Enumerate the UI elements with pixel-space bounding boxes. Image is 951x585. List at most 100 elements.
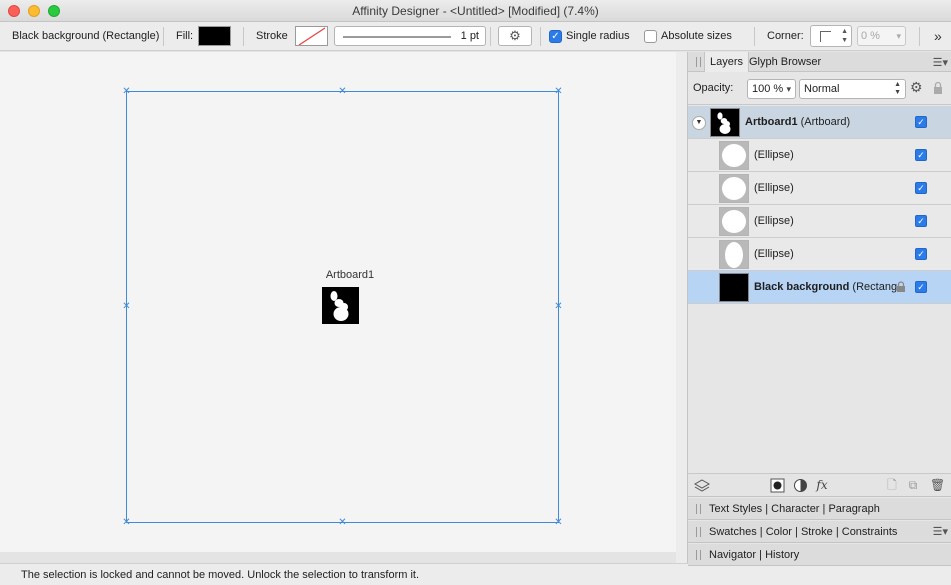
slider-track — [343, 36, 451, 38]
layer-visibility-checkbox[interactable]: ✓ — [915, 215, 927, 227]
blend-mode-dropdown[interactable]: Normal ▲ ▼ — [799, 79, 906, 99]
artboard-thumbnail-art — [717, 112, 731, 134]
corner-label: Corner: — [767, 30, 804, 42]
layer-visibility-checkbox[interactable]: ✓ — [915, 248, 927, 260]
stepper-arrows-icon: ▲ ▼ — [841, 28, 848, 44]
layer-type: (Rectang — [852, 281, 898, 293]
tab-swatches[interactable]: Swatches — [709, 526, 757, 538]
drag-grip-icon[interactable] — [696, 57, 701, 67]
design-canvas[interactable]: ✕ ✕ ✕ ✕ ✕ ✕ ✕ ✕ Artboard1 — [0, 52, 676, 552]
resize-handle-top[interactable]: ✕ — [338, 87, 347, 97]
artboard-content — [330, 291, 349, 321]
lock-icon[interactable] — [896, 281, 906, 293]
layer-row-ellipse[interactable]: (Ellipse) ✓ — [688, 205, 951, 238]
corner-amount-field[interactable]: 0 % ▾ — [857, 26, 906, 46]
tab-constraints[interactable]: Constraints — [842, 526, 898, 538]
layer-row-ellipse[interactable]: (Ellipse) ✓ — [688, 172, 951, 205]
artboard[interactable] — [322, 287, 359, 324]
toolbar-divider — [163, 27, 164, 46]
toolbar-divider — [540, 27, 541, 46]
fill-color-swatch[interactable] — [198, 26, 231, 46]
artboard-label[interactable]: Artboard1 — [320, 269, 380, 281]
layers-stack-icon[interactable] — [693, 478, 711, 493]
canvas-margin — [676, 52, 687, 563]
drag-grip-icon[interactable] — [696, 550, 701, 560]
panel-group-navigator[interactable]: Navigator | History — [688, 544, 951, 566]
resize-handle-bottom-right[interactable]: ✕ — [554, 518, 563, 528]
disclosure-triangle-icon[interactable]: ▼ — [692, 116, 706, 130]
absolute-sizes-checkbox[interactable] — [644, 30, 657, 43]
adjustment-glyph — [793, 479, 807, 492]
ellipse-thumbnail-shape — [722, 144, 746, 167]
stroke-settings-button[interactable]: ⚙ — [498, 26, 532, 46]
context-toolbar: Black background (Rectangle) Fill: Strok… — [0, 22, 951, 51]
layer-type: (Ellipse) — [754, 149, 794, 161]
window-title: Affinity Designer - <Untitled> [Modified… — [352, 4, 599, 18]
fill-label: Fill: — [176, 30, 194, 42]
layer-label: Black background (Rectang — [754, 281, 897, 293]
panel-tab-bar: Layers Glyph Browser ☰▾ — [688, 52, 951, 72]
blend-mode-value: Normal — [804, 83, 840, 95]
ellipse-thumbnail-shape — [722, 177, 746, 200]
tab-layers[interactable]: Layers — [704, 52, 750, 72]
layers-toolbar: fx 🗋 ⧉ 🗑 — [688, 473, 951, 497]
tab-paragraph[interactable]: Paragraph — [828, 503, 879, 515]
layer-settings-gear-icon[interactable]: ⚙ — [910, 79, 923, 96]
toolbar-divider — [490, 27, 491, 46]
tab-stroke[interactable]: Stroke — [801, 526, 833, 538]
layer-visibility-checkbox[interactable]: ✓ — [915, 116, 927, 128]
stroke-label: Stroke — [256, 30, 288, 42]
panel-group-text-styles[interactable]: Text Styles | Character | Paragraph — [688, 498, 951, 520]
adjustment-icon[interactable] — [792, 478, 808, 493]
toolbar-divider — [243, 27, 244, 46]
mask-glyph — [770, 478, 784, 493]
tab-glyph-browser[interactable]: Glyph Browser — [749, 52, 821, 72]
effects-fx-icon[interactable]: fx — [814, 478, 830, 493]
resize-handle-top-right[interactable]: ✕ — [554, 87, 563, 97]
layer-visibility-checkbox[interactable]: ✓ — [915, 281, 927, 293]
tab-character[interactable]: Character — [771, 503, 819, 515]
stroke-color-swatch[interactable] — [295, 26, 328, 46]
trash-icon[interactable]: 🗑 — [930, 478, 945, 493]
layer-row-artboard[interactable]: ▼ Artboard1 (Artboard) ✓ — [688, 106, 951, 139]
status-bar: The selection is locked and cannot be mo… — [0, 563, 951, 585]
layer-visibility-checkbox[interactable]: ✓ — [915, 182, 927, 194]
resize-handle-bottom-left[interactable]: ✕ — [122, 518, 131, 528]
tab-navigator[interactable]: Navigator — [709, 549, 756, 561]
layer-row-ellipse[interactable]: (Ellipse) ✓ — [688, 139, 951, 172]
opacity-value: 100 % — [752, 83, 784, 95]
layer-row-ellipse[interactable]: (Ellipse) ✓ — [688, 238, 951, 271]
panel-group-swatches[interactable]: Swatches | Color | Stroke | Constraints … — [688, 521, 951, 543]
panel-menu-icon[interactable]: ☰▾ — [933, 56, 948, 69]
stepper-arrows-icon: ▲ ▼ — [894, 81, 901, 96]
panel-menu-icon[interactable]: ☰▾ — [933, 525, 948, 538]
resize-handle-top-left[interactable]: ✕ — [122, 87, 131, 97]
resize-handle-bottom[interactable]: ✕ — [338, 518, 347, 528]
opacity-field[interactable]: 100 % ▾ — [747, 79, 796, 99]
layer-visibility-checkbox[interactable]: ✓ — [915, 149, 927, 161]
resize-handle-left[interactable]: ✕ — [122, 302, 131, 312]
duplicate-layer-icon[interactable]: ⧉ — [906, 478, 920, 493]
absolute-sizes-label: Absolute sizes — [661, 30, 732, 42]
corner-type-dropdown[interactable]: ▲ ▼ — [810, 25, 852, 47]
drag-grip-icon[interactable] — [696, 504, 701, 514]
tab-color[interactable]: Color — [766, 526, 792, 538]
layer-row-black-background[interactable]: Black background (Rectang ✓ — [688, 271, 951, 304]
lock-icon[interactable] — [932, 81, 944, 95]
drag-grip-icon[interactable] — [696, 527, 701, 537]
tab-history[interactable]: History — [765, 549, 799, 561]
toolbar-divider — [754, 27, 755, 46]
ellipse-thumbnail-shape — [725, 242, 743, 268]
mask-layer-icon[interactable] — [769, 478, 785, 493]
resize-handle-right[interactable]: ✕ — [554, 302, 563, 312]
title-bar: Affinity Designer - <Untitled> [Modified… — [0, 0, 951, 22]
tab-text-styles[interactable]: Text Styles — [709, 503, 762, 515]
new-layer-icon[interactable]: 🗋 — [885, 478, 899, 493]
ellipse-thumbnail-shape — [722, 210, 746, 233]
layers-stack-glyph — [693, 479, 711, 492]
stroke-width-slider[interactable]: 1 pt — [334, 26, 486, 46]
chevron-double-right-icon[interactable]: » — [934, 22, 942, 50]
layer-thumbnail — [710, 108, 740, 137]
no-stroke-icon — [298, 27, 326, 45]
single-radius-checkbox[interactable]: ✓ — [549, 30, 562, 43]
